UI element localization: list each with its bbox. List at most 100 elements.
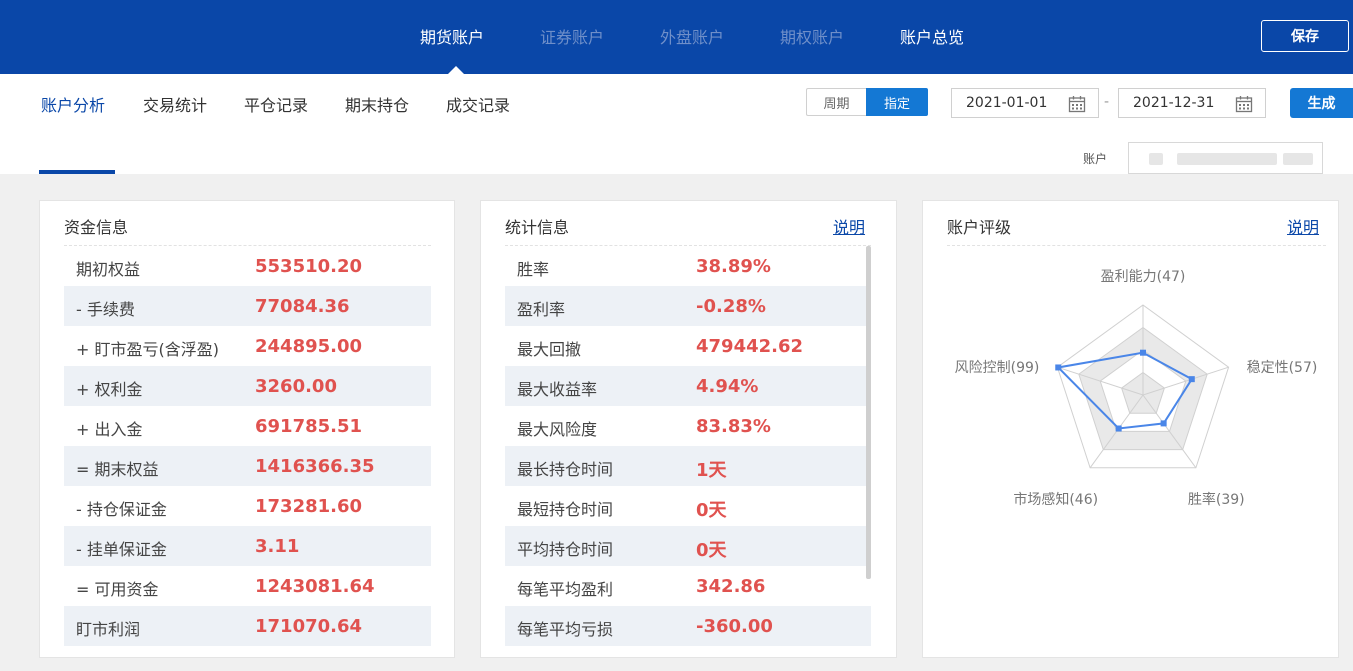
table-row: 最大收益率 4.94% (505, 366, 871, 406)
table-row: = 期末权益 1416366.35 (64, 446, 431, 486)
row-value: 244895.00 (255, 336, 363, 357)
row-label: 最大收益率 (517, 380, 598, 399)
row-label: 最短持仓时间 (517, 500, 614, 519)
fund-rows: 期初权益 553510.20 - 手续费 77084.36 + 盯市盈亏(含浮盈) 2… (64, 246, 431, 646)
row-label: 盯市利润 (76, 620, 141, 639)
tab-securities-account[interactable]: 证券账户 (540, 24, 604, 48)
row-value: 0天 (696, 540, 727, 561)
custom-toggle[interactable]: 指定 (866, 88, 928, 116)
row-label: - 手续费 (76, 300, 135, 319)
row-value: 1天 (696, 460, 727, 481)
row-value: 83.83% (696, 416, 771, 437)
date-range-separator: - (1104, 94, 1110, 110)
row-value: 0天 (696, 500, 727, 521)
start-date-value: 2021-01-01 (966, 95, 1048, 111)
table-row: 最大回撤 479442.62 (505, 326, 871, 366)
row-value: 3.11 (255, 536, 300, 557)
row-value: 1416366.35 (255, 456, 375, 477)
row-value: 479442.62 (696, 336, 804, 357)
row-label: 最大风险度 (517, 420, 598, 439)
table-row: = 可用资金 1243081.64 (64, 566, 431, 606)
table-row: 最短持仓时间 0天 (505, 486, 871, 526)
table-row: 胜率 38.89% (505, 246, 871, 286)
row-label: - 持仓保证金 (76, 500, 167, 519)
end-date-value: 2021-12-31 (1133, 95, 1215, 111)
blurred-account-text (1283, 153, 1313, 165)
table-row: + 出入金 691785.51 (64, 406, 431, 446)
calendar-icon[interactable] (1068, 95, 1086, 113)
tab-futures-account[interactable]: 期货账户 (420, 24, 484, 48)
account-label: 账户 (1083, 152, 1108, 166)
rating-help-link[interactable]: 说明 (1287, 214, 1319, 238)
radar-data-point (1160, 420, 1167, 427)
stats-info-panel: 统计信息 说明 胜率 38.89% 盈利率 -0.28% 最大回撤 479442.62… (480, 200, 897, 658)
row-value: -360.00 (696, 616, 773, 637)
row-label: 盈利率 (517, 300, 566, 319)
radar-axis-label: 胜率(39) (1188, 491, 1245, 508)
calendar-icon[interactable] (1235, 95, 1253, 113)
table-row: + 盯市盈亏(含浮盈) 244895.00 (64, 326, 431, 366)
panel-divider (947, 245, 1326, 246)
row-value: 77084.36 (255, 296, 350, 317)
account-rating-panel: 账户评级 说明 盈利能力(47) 稳定性(57) 胜率(39) 市场感知(46) 风险控… (922, 200, 1339, 658)
subtab-trade-records[interactable]: 成交记录 (446, 92, 510, 116)
row-value: 3260.00 (255, 376, 337, 397)
fund-info-panel: 资金信息 期初权益 553510.20 - 手续费 77084.36 + 盯市盈亏(… (39, 200, 455, 658)
row-label: 每笔平均盈利 (517, 580, 614, 599)
generate-button[interactable]: 生成 (1290, 88, 1353, 118)
row-label: - 挂单保证金 (76, 540, 167, 559)
sub-nav-bar: 账户分析 交易统计 平仓记录 期末持仓 成交记录 周期 指定 2021-01-0… (0, 74, 1353, 174)
active-subtab-underline (39, 170, 115, 174)
row-label: 每笔平均亏损 (517, 620, 614, 639)
panel-title: 资金信息 (64, 218, 129, 237)
start-date-input[interactable]: 2021-01-01 (951, 88, 1099, 118)
blurred-account-text (1177, 153, 1277, 165)
radar-chart: 盈利能力(47) 稳定性(57) 胜率(39) 市场感知(46) 风险控制(99) (955, 269, 1318, 508)
row-label: + 盯市盈亏(含浮盈) (76, 340, 219, 359)
radar-axis-label: 盈利能力(47) (1101, 269, 1186, 285)
tab-overseas-account[interactable]: 外盘账户 (660, 24, 724, 48)
row-value: 171070.64 (255, 616, 363, 637)
save-button[interactable]: 保存 (1261, 20, 1349, 52)
row-label: 最长持仓时间 (517, 460, 614, 479)
panel-title: 账户评级 (947, 218, 1012, 237)
table-row: - 持仓保证金 173281.60 (64, 486, 431, 526)
table-row: 平均持仓时间 0天 (505, 526, 871, 566)
radar-data-point (1055, 364, 1062, 371)
subtab-ending-positions[interactable]: 期末持仓 (345, 92, 409, 116)
subtab-trade-statistics[interactable]: 交易统计 (143, 92, 207, 116)
table-row: + 权利金 3260.00 (64, 366, 431, 406)
tab-options-account[interactable]: 期权账户 (780, 24, 844, 48)
subtab-account-analysis[interactable]: 账户分析 (41, 92, 105, 116)
stats-help-link[interactable]: 说明 (833, 214, 865, 238)
row-value: 4.94% (696, 376, 759, 397)
row-label: 最大回撤 (517, 340, 582, 359)
row-label: + 权利金 (76, 380, 143, 399)
subtab-close-records[interactable]: 平仓记录 (244, 92, 308, 116)
panel-title: 统计信息 (505, 218, 570, 237)
table-row: - 手续费 77084.36 (64, 286, 431, 326)
radar-data-point (1115, 425, 1122, 432)
row-value: 342.86 (696, 576, 766, 597)
row-label: = 可用资金 (76, 580, 159, 599)
top-nav-bar: 期货账户 证券账户 外盘账户 期权账户 账户总览 保存 (0, 0, 1353, 74)
account-select[interactable] (1128, 142, 1323, 174)
table-row: 每笔平均盈利 342.86 (505, 566, 871, 606)
row-label: 期初权益 (76, 260, 141, 279)
row-value: -0.28% (696, 296, 766, 317)
tab-account-overview[interactable]: 账户总览 (900, 24, 964, 48)
table-row: 最长持仓时间 1天 (505, 446, 871, 486)
stats-rows: 胜率 38.89% 盈利率 -0.28% 最大回撤 479442.62 最大收益率 4.… (505, 246, 871, 646)
radar-axis-label: 风险控制(99) (955, 360, 1040, 376)
table-row: 每笔平均亏损 -360.00 (505, 606, 871, 646)
row-label: 平均持仓时间 (517, 540, 614, 559)
row-value: 173281.60 (255, 496, 363, 517)
stats-scrollbar[interactable] (866, 246, 871, 579)
blurred-account-text (1149, 153, 1163, 165)
end-date-input[interactable]: 2021-12-31 (1118, 88, 1266, 118)
row-value: 1243081.64 (255, 576, 375, 597)
period-toggle[interactable]: 周期 (806, 88, 866, 116)
table-row: 盯市利润 171070.64 (64, 606, 431, 646)
table-row: 最大风险度 83.83% (505, 406, 871, 446)
row-value: 38.89% (696, 256, 771, 277)
